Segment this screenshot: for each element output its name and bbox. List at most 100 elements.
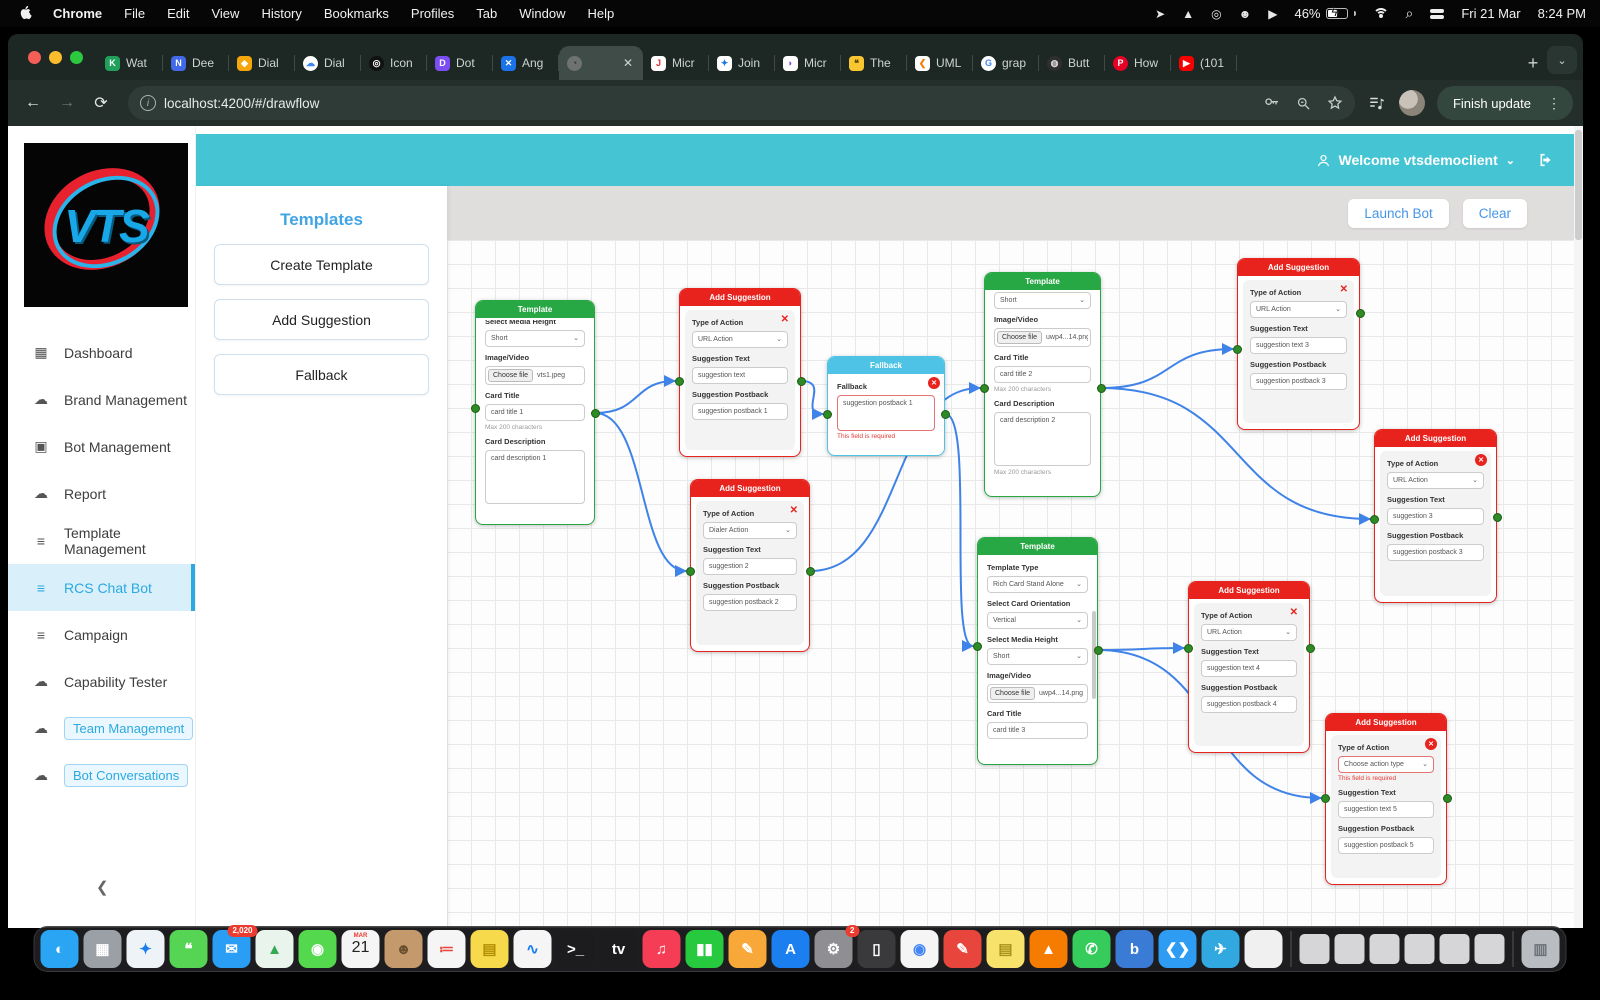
menu-tab[interactable]: Tab	[465, 6, 508, 21]
node-as1[interactable]: Add Suggestion✕Type of ActionURL Action⌄…	[679, 288, 801, 457]
port-in-as2[interactable]	[686, 567, 695, 576]
text-input[interactable]: suggestion text 4	[1201, 660, 1297, 677]
text-input[interactable]: suggestion postback 1	[692, 403, 788, 420]
zoom-lens-icon[interactable]	[1296, 96, 1311, 111]
user-menu[interactable]: Welcome vtsdemoclient ⌄	[1316, 152, 1515, 168]
select-field[interactable]: Short⌄	[994, 292, 1091, 309]
select-field[interactable]: URL Action⌄	[1387, 472, 1484, 489]
select-field[interactable]: Choose action type⌄	[1338, 756, 1434, 773]
dock-minimized-window-3[interactable]	[1370, 934, 1400, 964]
dock-mail-icon[interactable]: ✉2,020	[213, 930, 251, 968]
dock-terminal-icon[interactable]: >_	[557, 930, 595, 968]
menubar-app-name[interactable]: Chrome	[42, 6, 113, 21]
dock-vscode-icon[interactable]: ❮❯	[1159, 930, 1197, 968]
sidebar-item-capability-tester[interactable]: ☁Capability Tester	[8, 658, 195, 705]
text-input[interactable]: suggestion 3	[1387, 508, 1484, 525]
browser-menu-icon[interactable]: ⋮	[1541, 95, 1567, 112]
text-input[interactable]: suggestion text	[692, 367, 788, 384]
logout-icon[interactable]	[1537, 152, 1555, 168]
text-input[interactable]: card title 2	[994, 366, 1091, 383]
location-icon[interactable]: ➤	[1155, 7, 1165, 21]
port-out-fb[interactable]	[941, 410, 950, 419]
browser-tab-12[interactable]: ❝The	[841, 46, 907, 80]
dock-messages-icon[interactable]: ❝	[170, 930, 208, 968]
port-out-as1[interactable]	[797, 377, 806, 386]
wifi-icon[interactable]	[1373, 8, 1389, 20]
close-icon[interactable]: ✕	[1475, 454, 1487, 466]
browser-tab-5[interactable]: ◎Icon	[361, 46, 427, 80]
dock-white-app-icon[interactable]	[1245, 930, 1283, 968]
reload-button[interactable]: ⟳	[86, 88, 116, 118]
site-info-icon[interactable]: i	[140, 95, 156, 111]
new-tab-button[interactable]: +	[1519, 49, 1547, 77]
port-in-as5[interactable]	[1184, 644, 1193, 653]
menu-view[interactable]: View	[200, 6, 250, 21]
url-text[interactable]: localhost:4200/#/drawflow	[164, 96, 1256, 111]
select-field[interactable]: URL Action⌄	[692, 331, 788, 348]
media-controls-icon[interactable]	[1367, 94, 1387, 112]
clear-button[interactable]: Clear	[1463, 199, 1527, 228]
text-input[interactable]: suggestion postback 4	[1201, 696, 1297, 713]
choose-file-button[interactable]: Choose file	[997, 331, 1042, 344]
select-field[interactable]: URL Action⌄	[1201, 624, 1297, 641]
port-out-as6[interactable]	[1443, 794, 1452, 803]
sidebar-item-team-management[interactable]: ☁Team Management	[8, 705, 195, 752]
close-icon[interactable]: ✕	[790, 505, 798, 516]
vlc-cone-icon[interactable]: ▲	[1182, 7, 1194, 21]
file-input[interactable]: Choose fileuwp4...14.png	[987, 684, 1088, 703]
text-input[interactable]: suggestion 2	[703, 558, 797, 575]
dock-minimized-window-4[interactable]	[1405, 934, 1435, 964]
node-as5[interactable]: Add Suggestion✕Type of ActionURL Action⌄…	[1188, 581, 1310, 753]
select-field[interactable]: Short⌄	[987, 648, 1088, 665]
dock-pdf-app-icon[interactable]: ✎	[944, 930, 982, 968]
sidebar-item-report[interactable]: ☁Report	[8, 470, 195, 517]
browser-tab-9[interactable]: JMicr	[643, 46, 709, 80]
port-in-as1[interactable]	[675, 377, 684, 386]
password-key-icon[interactable]	[1264, 95, 1280, 111]
sidebar-item-rcs-chat-bot[interactable]: ≡RCS Chat Bot	[8, 564, 195, 611]
minimize-window-button[interactable]	[49, 51, 62, 64]
menu-history[interactable]: History	[250, 6, 312, 21]
port-in-as6[interactable]	[1321, 794, 1330, 803]
port-out-as2[interactable]	[806, 567, 815, 576]
select-field[interactable]: URL Action⌄	[1250, 301, 1347, 318]
dock-music-icon[interactable]: ♫	[643, 930, 681, 968]
control-center-icon[interactable]	[1430, 8, 1444, 20]
port-out-as5[interactable]	[1306, 644, 1315, 653]
port-out-t1[interactable]	[591, 409, 600, 418]
file-input[interactable]: Choose filevts1.jpeg	[485, 366, 585, 385]
browser-tab-2[interactable]: NDee	[163, 46, 229, 80]
menu-edit[interactable]: Edit	[156, 6, 200, 21]
apple-logo-icon[interactable]	[20, 6, 34, 22]
dock-chrome-icon[interactable]: ◉	[901, 930, 939, 968]
text-input[interactable]: card title 3	[987, 722, 1088, 739]
browser-tab-6[interactable]: DDot	[427, 46, 493, 80]
sidebar-item-campaign[interactable]: ≡Campaign	[8, 611, 195, 658]
text-input[interactable]: suggestion postback 5	[1338, 837, 1434, 854]
forward-button[interactable]: →	[52, 88, 82, 118]
browser-tab-4[interactable]: ☁Dial	[295, 46, 361, 80]
port-in-as3[interactable]	[1233, 345, 1242, 354]
node-as3[interactable]: Add Suggestion✕Type of ActionURL Action⌄…	[1237, 258, 1360, 430]
play-circle-icon[interactable]: ▶	[1268, 7, 1277, 21]
dock-contacts-icon[interactable]: ☻	[385, 930, 423, 968]
dock-iphone-mirroring-icon[interactable]: ▯	[858, 930, 896, 968]
text-input[interactable]: suggestion postback 3	[1387, 544, 1484, 561]
dock-stickies-icon[interactable]: ▤	[987, 930, 1025, 968]
launch-bot-button[interactable]: Launch Bot	[1348, 199, 1448, 228]
dock-maps-icon[interactable]: ▲	[256, 930, 294, 968]
spotlight-search-icon[interactable]: ⌕	[1406, 5, 1414, 22]
dock-pages-icon[interactable]: ✎	[729, 930, 767, 968]
fallback-button[interactable]: Fallback	[214, 354, 429, 395]
select-field[interactable]: Dialer Action⌄	[703, 522, 797, 539]
page-scrollbar[interactable]	[1574, 126, 1583, 928]
port-out-as4[interactable]	[1493, 513, 1502, 522]
dock-stocks-icon[interactable]: ▮▮	[686, 930, 724, 968]
dock-minimized-window-1[interactable]	[1300, 934, 1330, 964]
select-field[interactable]: Short⌄	[485, 330, 585, 347]
port-in-as4[interactable]	[1370, 515, 1379, 524]
node-t2[interactable]: TemplateShort⌄Image/VideoChoose fileuwp4…	[984, 272, 1101, 497]
select-field[interactable]: Vertical⌄	[987, 612, 1088, 629]
dock-safari-icon[interactable]: ✦	[127, 930, 165, 968]
browser-tab-1[interactable]: KWat	[97, 46, 163, 80]
